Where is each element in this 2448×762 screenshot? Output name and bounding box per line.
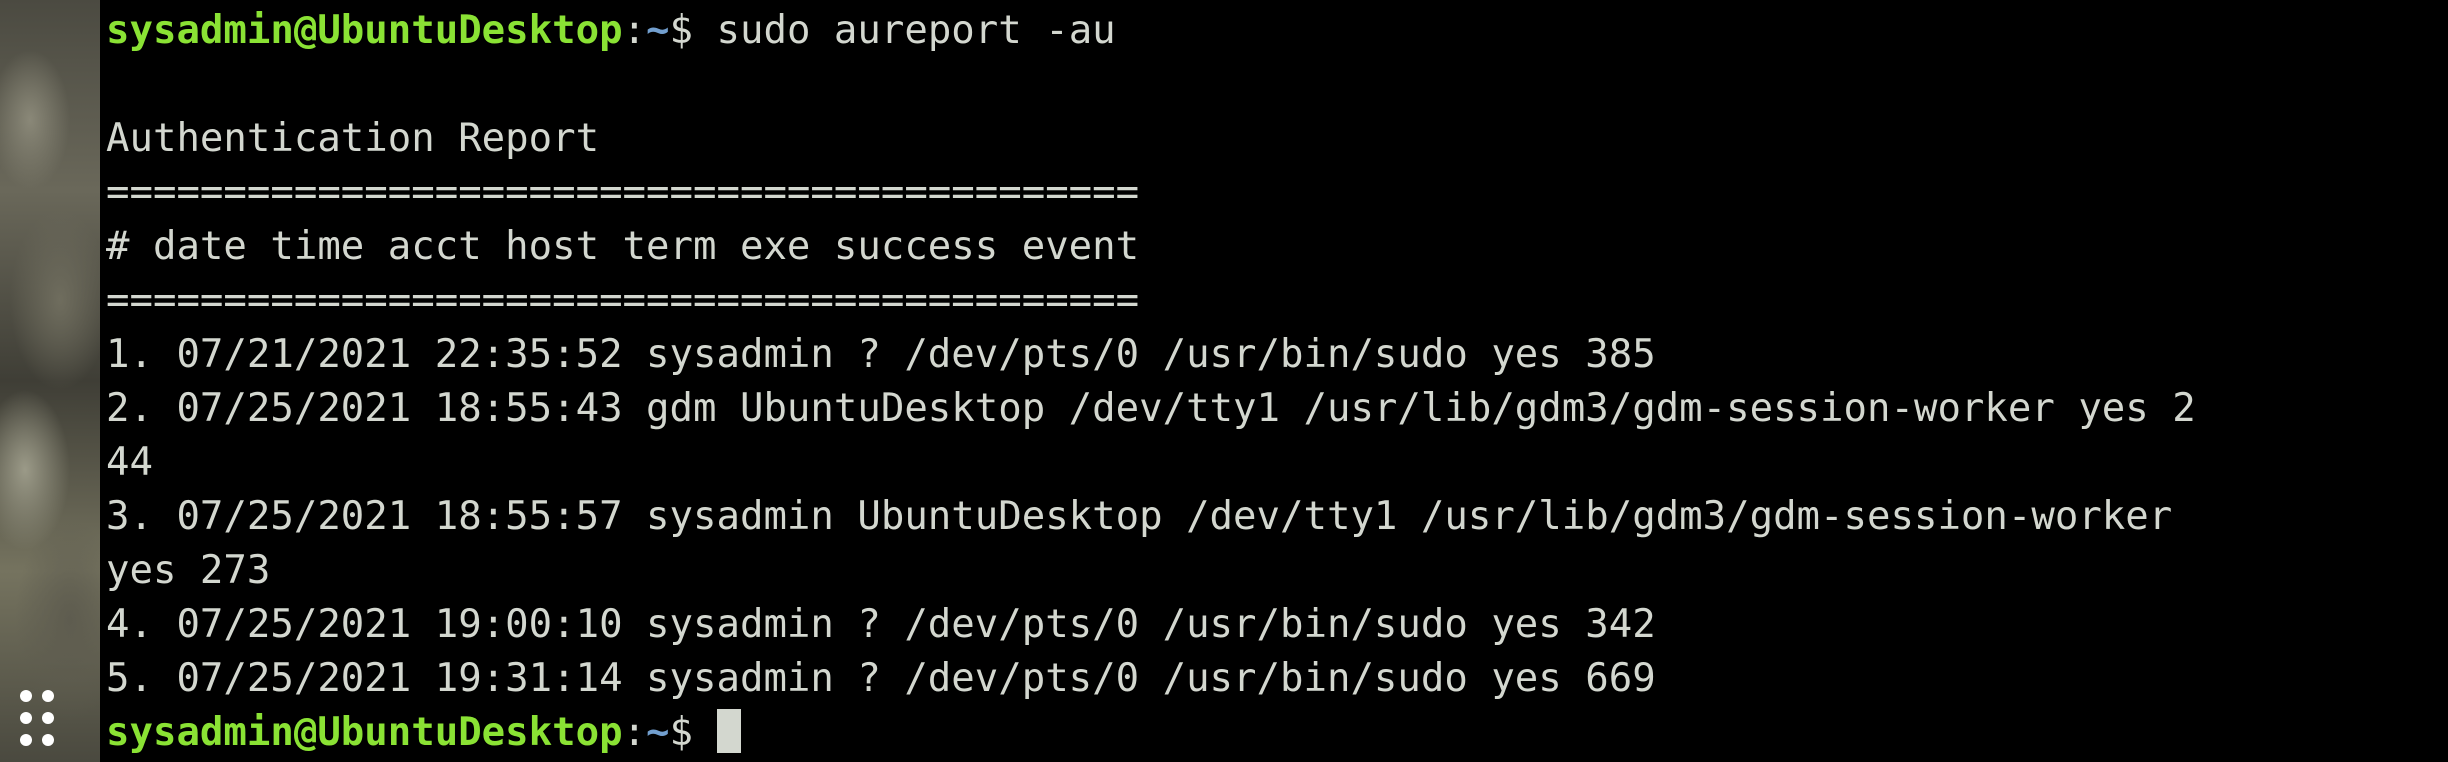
- output-line: 1. 07/21/2021 22:35:52 sysadmin ? /dev/p…: [106, 332, 1656, 377]
- output-line: 44: [106, 440, 153, 485]
- prompt-separator: :: [622, 710, 647, 755]
- desktop-screen: sysadmin@UbuntuDesktop:~$ sudo aureport …: [0, 0, 2448, 762]
- prompt-user-host: sysadmin@UbuntuDesktop: [106, 8, 623, 53]
- output-line: yes 273: [106, 548, 271, 593]
- report-header: # date time acct host term exe success e…: [106, 224, 1140, 269]
- prompt-separator: :: [622, 8, 647, 53]
- command-text: sudo aureport -au: [716, 8, 1116, 53]
- prompt-path: ~: [646, 710, 670, 755]
- desktop-wallpaper: [0, 0, 100, 762]
- output-line: 2. 07/25/2021 18:55:43 gdm UbuntuDesktop…: [106, 386, 2196, 431]
- prompt-user-host: sysadmin@UbuntuDesktop: [106, 710, 623, 755]
- output-line: 5. 07/25/2021 19:31:14 sysadmin ? /dev/p…: [106, 656, 1656, 701]
- command-line: sysadmin@UbuntuDesktop:~$ sudo aureport …: [106, 4, 2448, 58]
- report-title: Authentication Report: [106, 116, 600, 161]
- terminal-window[interactable]: sysadmin@UbuntuDesktop:~$ sudo aureport …: [100, 0, 2448, 762]
- output-line: 3. 07/25/2021 18:55:57 sysadmin UbuntuDe…: [106, 494, 2173, 539]
- prompt-symbol: $: [669, 710, 717, 755]
- prompt-symbol: $: [669, 8, 717, 53]
- active-prompt-line[interactable]: sysadmin@UbuntuDesktop:~$: [106, 706, 2448, 760]
- report-separator-bottom: ========================================…: [106, 278, 1140, 323]
- terminal-cursor: [716, 709, 741, 753]
- report-separator-top: ========================================…: [106, 170, 1140, 215]
- show-applications-grid-icon[interactable]: [20, 690, 76, 750]
- prompt-path: ~: [646, 8, 670, 53]
- output-line: 4. 07/25/2021 19:00:10 sysadmin ? /dev/p…: [106, 602, 1656, 647]
